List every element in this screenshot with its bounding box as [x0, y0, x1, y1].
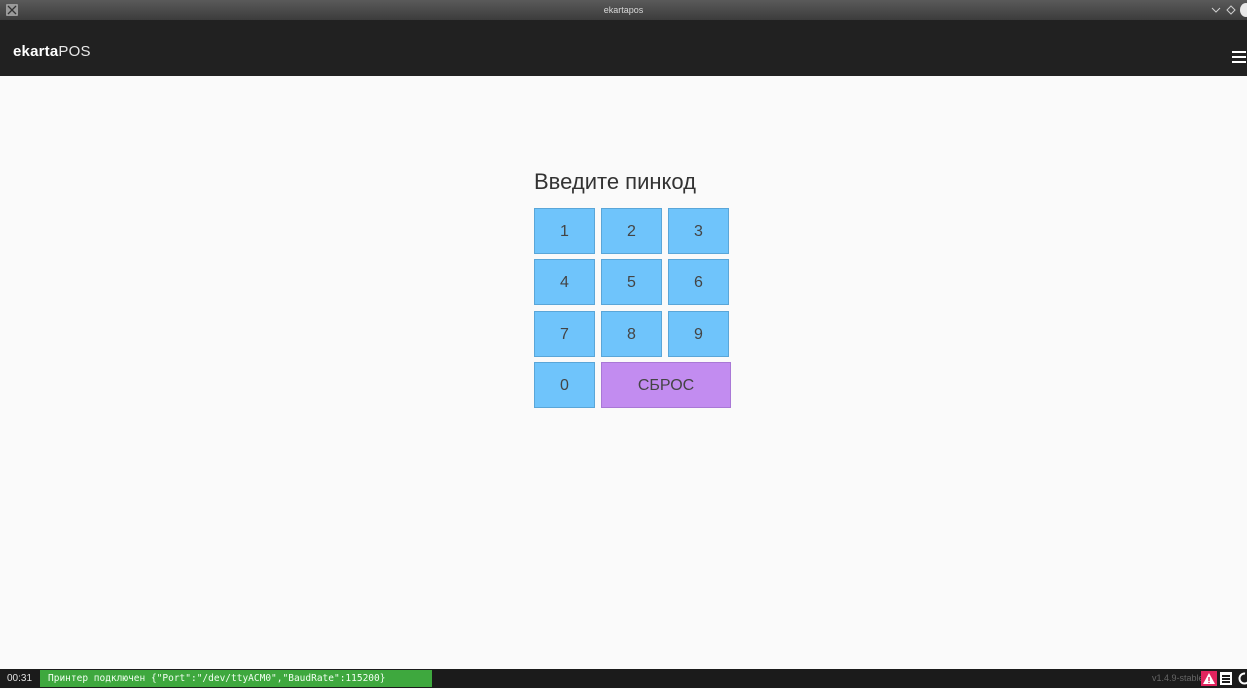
window-titlebar: ekartapos — [0, 0, 1247, 20]
key-7[interactable]: 7 — [534, 311, 595, 357]
key-1[interactable]: 1 — [534, 208, 595, 254]
status-bar: 00:31 Принтер подключен {"Port":"/dev/tt… — [0, 669, 1247, 688]
minimize-icon[interactable] — [1211, 3, 1221, 17]
brand-light: POS — [58, 43, 90, 60]
close-icon[interactable] — [1240, 3, 1247, 17]
key-4[interactable]: 4 — [534, 259, 595, 305]
key-3[interactable]: 3 — [668, 208, 729, 254]
pin-title: Введите пинкод — [534, 169, 734, 195]
key-6[interactable]: 6 — [668, 259, 729, 305]
brand-bold: ekarta — [13, 43, 58, 60]
brand-logo: ekartaPOS — [13, 43, 91, 60]
menu-icon[interactable] — [1232, 51, 1247, 65]
reset-button[interactable]: СБРОС — [601, 362, 731, 408]
key-9[interactable]: 9 — [668, 311, 729, 357]
warning-icon[interactable] — [1201, 671, 1217, 686]
maximize-icon[interactable] — [1226, 3, 1236, 17]
key-2[interactable]: 2 — [601, 208, 662, 254]
key-5[interactable]: 5 — [601, 259, 662, 305]
status-clock: 00:31 — [0, 669, 39, 688]
app-header: ekartaPOS — [0, 20, 1247, 76]
key-8[interactable]: 8 — [601, 311, 662, 357]
log-icon[interactable] — [1220, 672, 1232, 685]
key-0[interactable]: 0 — [534, 362, 595, 408]
app-version: v1.4.9-stable — [1152, 669, 1204, 688]
printer-status: Принтер подключен {"Port":"/dev/ttyACM0"… — [40, 670, 432, 687]
sync-icon[interactable] — [1238, 672, 1247, 685]
pin-keypad: 1 2 3 4 5 6 7 8 9 0 СБРОС — [534, 208, 731, 409]
window-title: ekartapos — [0, 5, 1247, 15]
